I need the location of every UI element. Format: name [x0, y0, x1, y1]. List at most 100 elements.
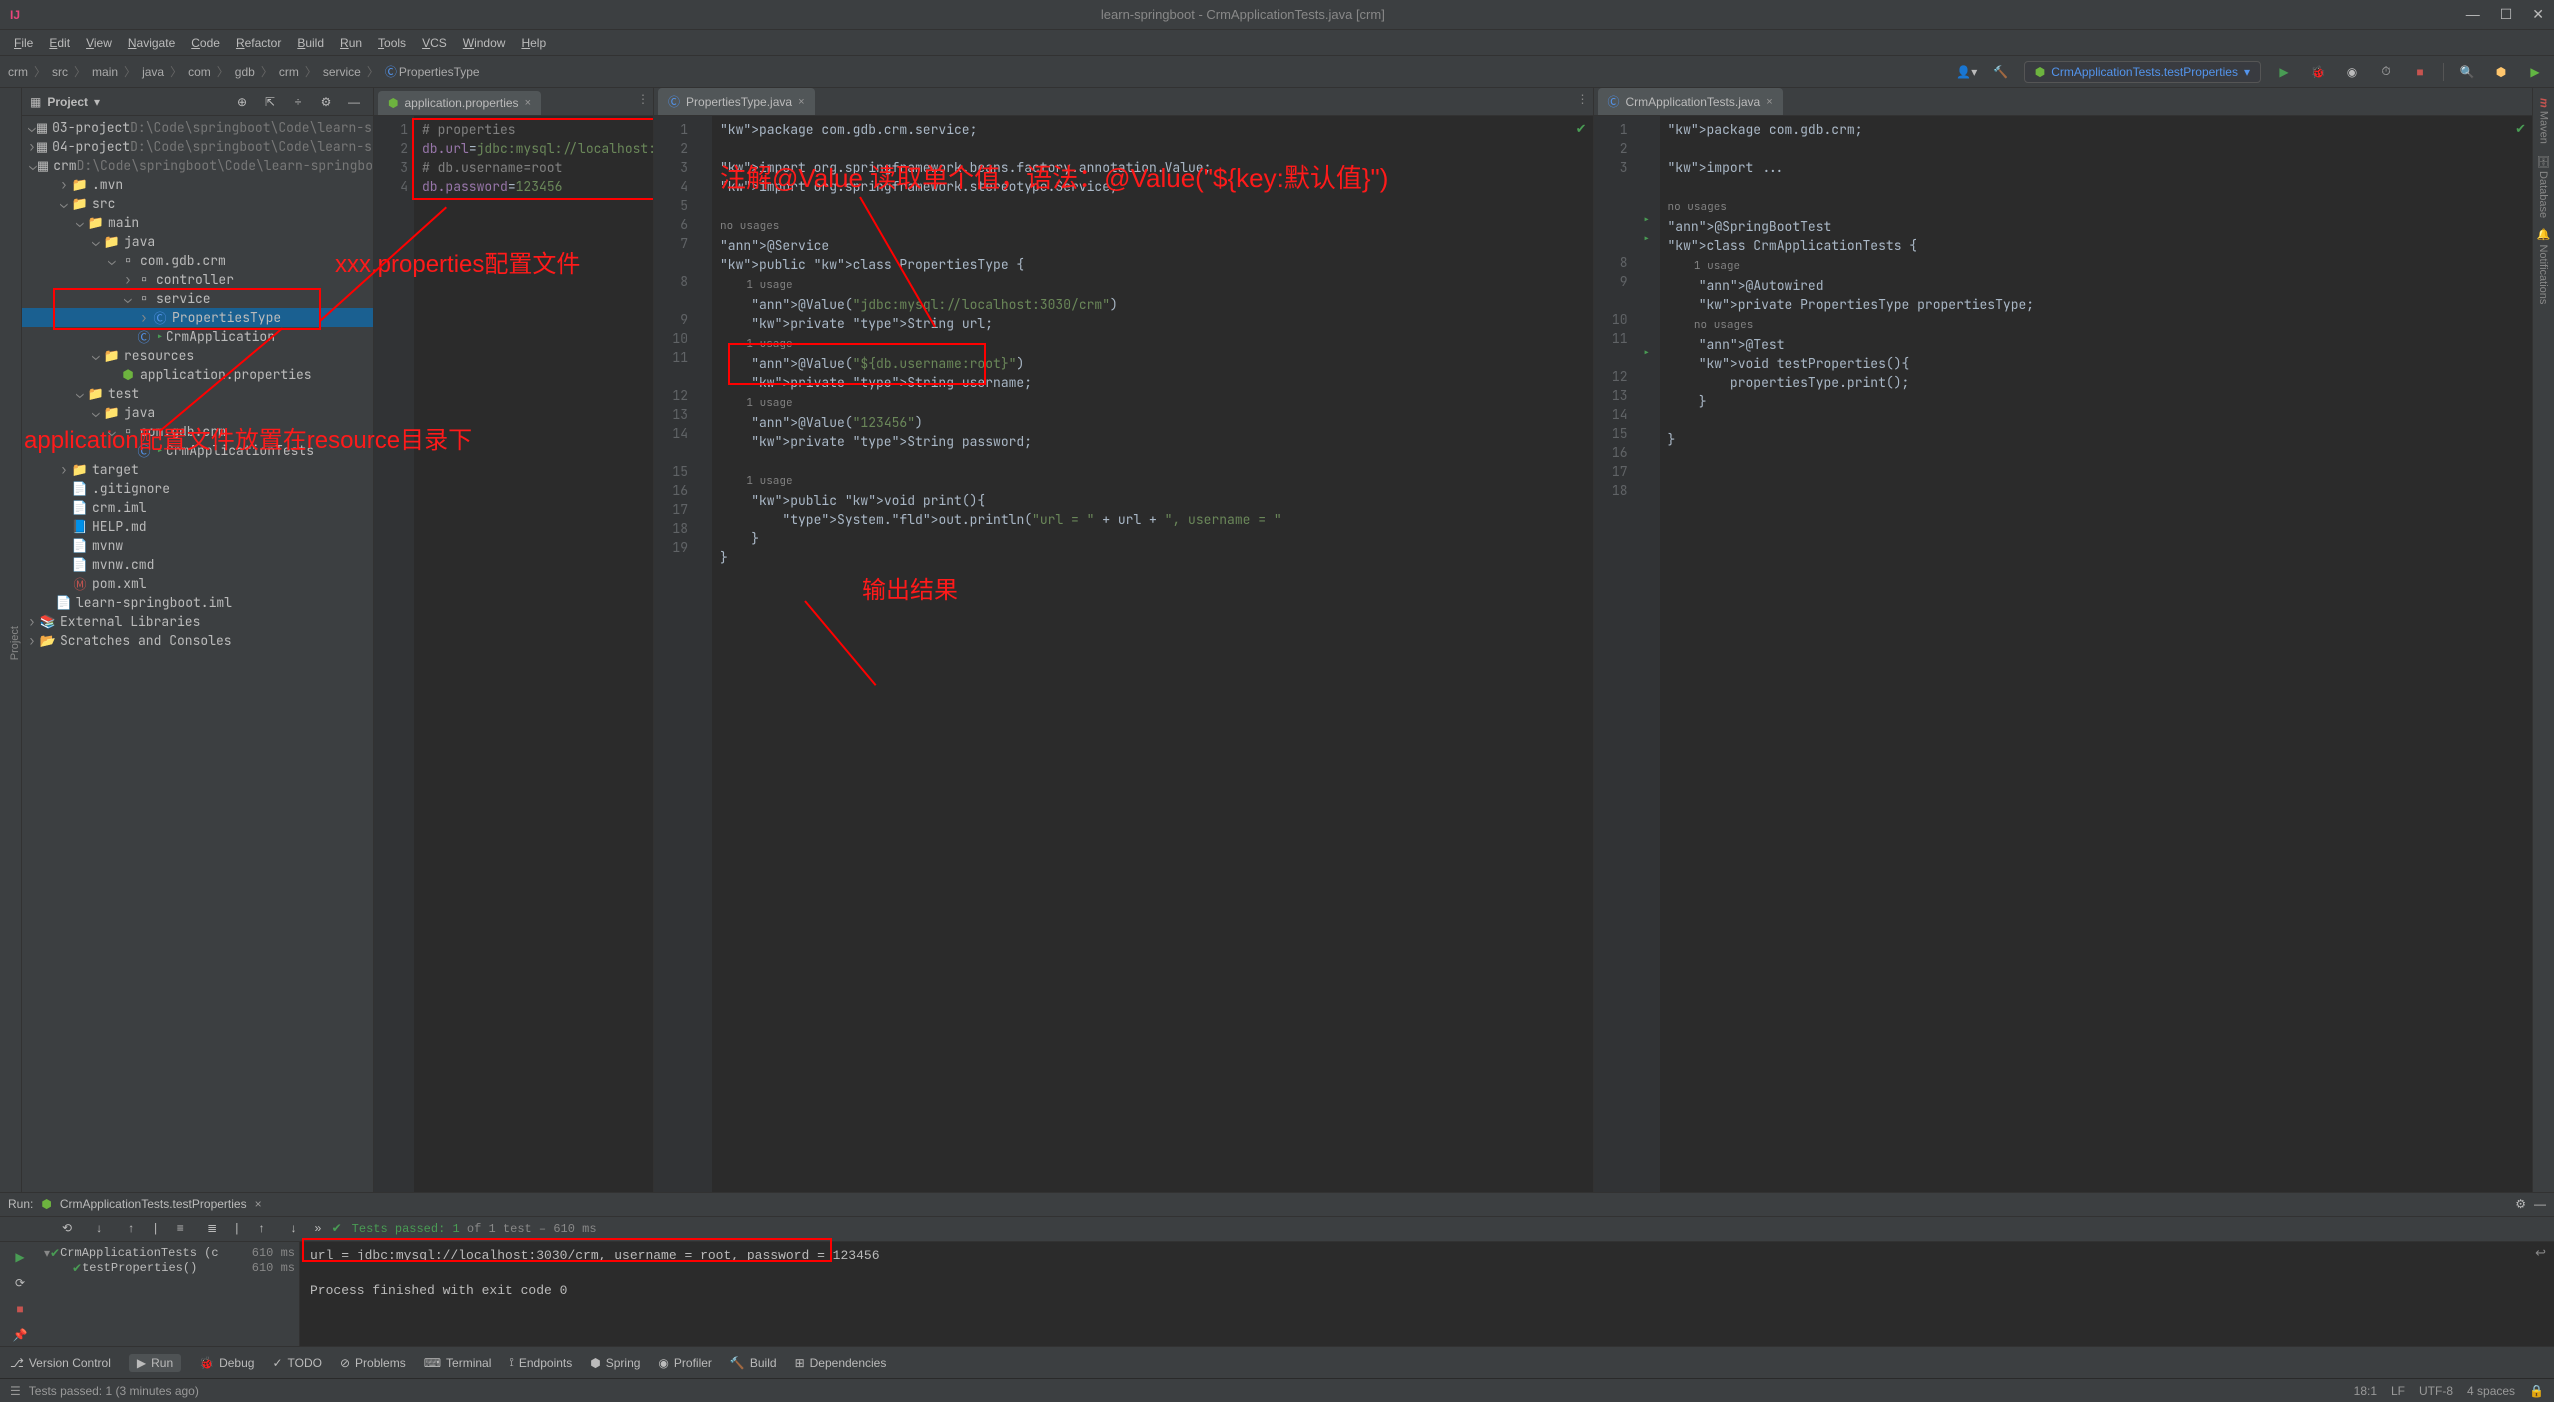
profile-button[interactable]: ⏱: [2375, 61, 2397, 83]
breadcrumb-item[interactable]: main: [92, 65, 118, 79]
collapse-all-icon[interactable]: ≣: [201, 1218, 223, 1240]
tree-item[interactable]: ⌄📁resources: [22, 346, 373, 365]
breadcrumb-item[interactable]: PropertiesType: [399, 65, 480, 79]
project-tool-button[interactable]: Project: [9, 626, 21, 660]
caret-position[interactable]: 18:1: [2354, 1384, 2377, 1398]
tool-endpoints[interactable]: ⟟Endpoints: [509, 1355, 572, 1370]
tree-item[interactable]: ⌄📁test: [22, 384, 373, 403]
export-icon[interactable]: ↑: [120, 1218, 142, 1240]
status-icon[interactable]: ☰: [10, 1384, 21, 1398]
tree-item[interactable]: 📄crm.iml: [22, 498, 373, 517]
pin-icon[interactable]: 📌: [9, 1324, 31, 1346]
tree-item[interactable]: ›▫controller: [22, 270, 373, 289]
tool-terminal[interactable]: ⌨Terminal: [424, 1356, 492, 1370]
lock-icon[interactable]: 🔒: [2529, 1384, 2544, 1398]
gear-icon[interactable]: ⚙: [315, 91, 337, 113]
code-area[interactable]: # properties db.url=jdbc:mysql://localho…: [414, 116, 653, 1192]
maven-tool-button[interactable]: m Maven: [2538, 94, 2550, 148]
hide-icon[interactable]: —: [343, 91, 365, 113]
more-icon[interactable]: ⋮: [1577, 92, 1589, 106]
search-icon[interactable]: 🔍: [2456, 61, 2478, 83]
run-button[interactable]: ▶: [2273, 61, 2295, 83]
tree-item[interactable]: ⌄📁java: [22, 232, 373, 251]
coverage-button[interactable]: ◉: [2341, 61, 2363, 83]
tab-properties-type[interactable]: Ⓒ PropertiesType.java ×: [658, 88, 815, 115]
tool-problems[interactable]: ⊘Problems: [340, 1356, 406, 1370]
menu-edit[interactable]: Edit: [43, 34, 76, 52]
menu-tools[interactable]: Tools: [372, 34, 412, 52]
tree-item[interactable]: Ⓒ▸CrmApplication: [22, 327, 373, 346]
run-gutter-icon[interactable]: ▸: [156, 442, 164, 459]
code-area[interactable]: "kw">package com.gdb.crm.service; "kw">i…: [712, 116, 1593, 1192]
close-icon[interactable]: ×: [1766, 96, 1772, 108]
breadcrumbs[interactable]: crm〉src〉main〉java〉com〉gdb〉crm〉service〉Ⓒ …: [8, 63, 480, 80]
menu-refactor[interactable]: Refactor: [230, 34, 287, 52]
breadcrumb-item[interactable]: java: [142, 65, 164, 79]
close-icon[interactable]: ×: [798, 96, 804, 108]
build-icon[interactable]: 🔨: [1990, 61, 2012, 83]
tree-item[interactable]: ⌄▫service: [22, 289, 373, 308]
tree-item[interactable]: Ⓒ▸CrmApplicationTests: [22, 441, 373, 460]
menu-help[interactable]: Help: [515, 34, 552, 52]
tree-item[interactable]: ⌄▫com.gdb.crm: [22, 422, 373, 441]
toggle-auto-icon[interactable]: ⟳: [9, 1272, 31, 1294]
encoding[interactable]: UTF-8: [2419, 1384, 2453, 1398]
tree-item[interactable]: 📄.gitignore: [22, 479, 373, 498]
menu-navigate[interactable]: Navigate: [122, 34, 181, 52]
locate-icon[interactable]: ⊕: [231, 91, 253, 113]
tree-item[interactable]: ⌄📁src: [22, 194, 373, 213]
import-icon[interactable]: ↓: [88, 1218, 110, 1240]
minimize-icon[interactable]: —: [2466, 6, 2480, 23]
more-icon[interactable]: ⋮: [637, 92, 649, 106]
gear-icon[interactable]: ⚙: [2515, 1197, 2526, 1211]
tool-dependencies[interactable]: ⊞Dependencies: [795, 1356, 887, 1370]
close-icon[interactable]: ×: [525, 97, 531, 109]
tree-item[interactable]: ›▦04-project D:\Code\springboot\Code\lea…: [22, 137, 373, 156]
menu-vcs[interactable]: VCS: [416, 34, 453, 52]
tree-item[interactable]: ⬢application.properties: [22, 365, 373, 384]
menu-file[interactable]: File: [8, 34, 39, 52]
project-tree[interactable]: ⌄▦03-project D:\Code\springboot\Code\lea…: [22, 116, 373, 1192]
breadcrumb-item[interactable]: crm: [8, 65, 28, 79]
chevron-down-icon[interactable]: ▾: [94, 95, 100, 109]
tree-item[interactable]: ›📁target: [22, 460, 373, 479]
collapse-icon[interactable]: ÷: [287, 91, 309, 113]
prev-icon[interactable]: ↑: [250, 1218, 272, 1240]
tree-item[interactable]: ›ⒸPropertiesType: [22, 308, 373, 327]
test-tree[interactable]: ▾ ✔ CrmApplicationTests (c610 ms ✔ testP…: [40, 1242, 300, 1346]
tree-item[interactable]: ⌄📁main: [22, 213, 373, 232]
tree-item[interactable]: ⌄📁java: [22, 403, 373, 422]
tree-item[interactable]: ›📂Scratches and Consoles: [22, 631, 373, 650]
soft-wrap-icon[interactable]: ↩: [2535, 1246, 2546, 1261]
debug-button[interactable]: 🐞: [2307, 61, 2329, 83]
tab-crm-application-tests[interactable]: Ⓒ CrmApplicationTests.java ×: [1598, 88, 1783, 115]
tool-run[interactable]: ▶Run: [129, 1354, 181, 1372]
hide-icon[interactable]: —: [2534, 1197, 2546, 1211]
tool-spring[interactable]: ⬢Spring: [590, 1356, 640, 1370]
database-tool-button[interactable]: 🗄 Database: [2537, 150, 2550, 222]
run-configuration-selector[interactable]: ⬢ CrmApplicationTests.testProperties ▾: [2024, 61, 2261, 83]
line-separator[interactable]: LF: [2391, 1384, 2405, 1398]
tool-todo[interactable]: ✓TODO: [272, 1356, 322, 1370]
breadcrumb-item[interactable]: service: [323, 65, 361, 79]
tool-profiler[interactable]: ◉Profiler: [658, 1356, 712, 1370]
tree-item[interactable]: 📄mvnw: [22, 536, 373, 555]
settings-icon[interactable]: ⬢: [2490, 61, 2512, 83]
tree-item[interactable]: ›📁.mvn: [22, 175, 373, 194]
tree-item[interactable]: Ⓜpom.xml: [22, 574, 373, 593]
tree-item[interactable]: ›📚External Libraries: [22, 612, 373, 631]
breadcrumb-item[interactable]: crm: [279, 65, 299, 79]
user-icon[interactable]: 👤▾: [1956, 61, 1978, 83]
close-icon[interactable]: ×: [255, 1197, 262, 1211]
breadcrumb-item[interactable]: com: [188, 65, 211, 79]
expand-all-icon[interactable]: ≡: [169, 1218, 191, 1240]
close-icon[interactable]: ✕: [2532, 6, 2544, 23]
menu-build[interactable]: Build: [291, 34, 330, 52]
run-output[interactable]: url = jdbc:mysql://localhost:3030/crm, u…: [300, 1242, 2554, 1346]
notifications-tool-button[interactable]: 🔔 Notifications: [2537, 224, 2550, 308]
history-icon[interactable]: ⟲: [56, 1218, 78, 1240]
tree-item[interactable]: 📄learn-springboot.iml: [22, 593, 373, 612]
tree-item[interactable]: ⌄▫com.gdb.crm: [22, 251, 373, 270]
menu-code[interactable]: Code: [185, 34, 226, 52]
tool-build[interactable]: 🔨Build: [730, 1356, 777, 1370]
